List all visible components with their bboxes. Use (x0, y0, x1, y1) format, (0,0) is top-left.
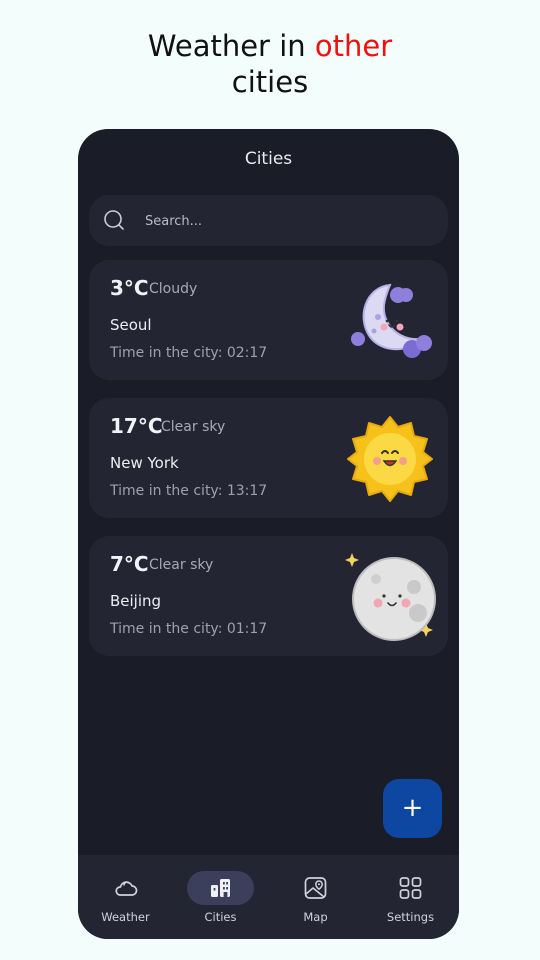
city-temperature: 7°C (110, 552, 149, 576)
city-time: Time in the city: 02:17 (110, 345, 268, 361)
cloud-icon (115, 881, 138, 896)
city-condition: Clear sky (161, 419, 226, 435)
search-bar[interactable] (89, 195, 448, 246)
nav-item-settings[interactable]: Settings (363, 855, 458, 939)
city-name: New York (110, 454, 179, 472)
nav-label: Cities (204, 910, 237, 924)
grid-icon (399, 877, 422, 899)
city-condition: Clear sky (149, 557, 214, 573)
city-icon (211, 879, 230, 897)
city-card-seoul[interactable]: 3°C Cloudy Seoul Time in the city: 02:17 (89, 260, 448, 380)
screen-title: Cities (244, 149, 293, 169)
bottom-navigation: Weather Cities Map Settings (78, 855, 459, 939)
headline-line-1: Weather in other (0, 28, 540, 64)
add-city-button[interactable]: + (383, 779, 442, 838)
city-time: Time in the city: 01:17 (110, 621, 268, 637)
nav-label: Weather (101, 910, 150, 924)
nav-label: Settings (386, 910, 435, 924)
search-icon (104, 210, 124, 230)
page-headline: Weather in other cities (0, 28, 540, 100)
headline-accent: other (314, 29, 393, 63)
sun-icon (347, 416, 433, 502)
map-icon (304, 877, 327, 899)
phone-screen: Cities 3°C Cloudy Seoul Time in the city… (78, 129, 459, 939)
nav-item-cities[interactable]: Cities (173, 855, 268, 939)
city-temperature: 17°C (110, 414, 163, 438)
headline-text: Weather in (147, 29, 315, 63)
city-temperature: 3°C (110, 276, 149, 300)
headline-line-2: cities (231, 65, 309, 99)
city-card-beijing[interactable]: 7°C Clear sky Beijing Time in the city: … (89, 536, 448, 656)
moon-cloud-icon (351, 283, 432, 358)
full-moon-icon (345, 553, 436, 641)
city-card-new-york[interactable]: 17°C Clear sky New York Time in the city… (89, 398, 448, 518)
city-name: Beijing (110, 592, 162, 610)
nav-item-map[interactable]: Map (268, 855, 363, 939)
city-condition: Cloudy (149, 281, 198, 297)
city-time: Time in the city: 13:17 (110, 483, 268, 499)
search-input[interactable] (143, 209, 427, 233)
city-name: Seoul (110, 316, 152, 334)
nav-item-weather[interactable]: Weather (78, 855, 173, 939)
nav-label: Map (303, 910, 328, 924)
